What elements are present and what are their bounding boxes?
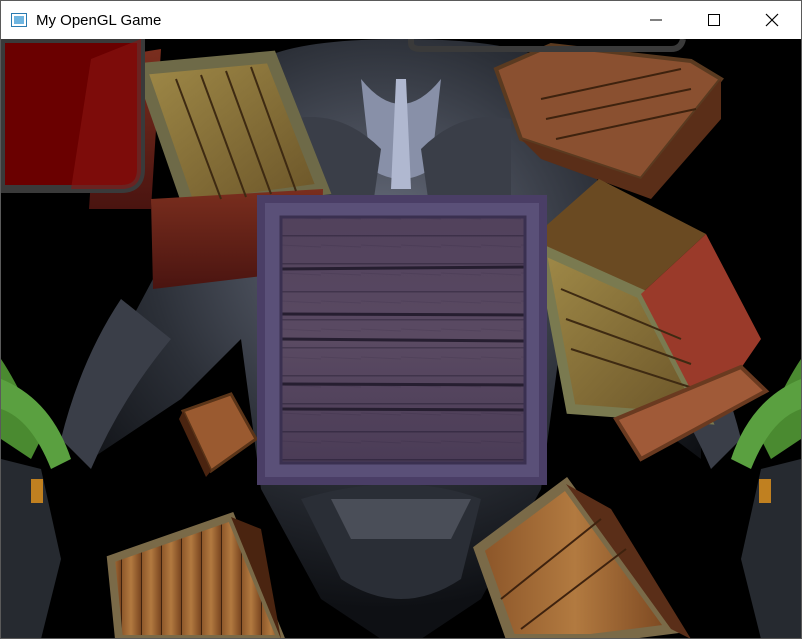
window-controls	[627, 1, 801, 39]
minimize-button[interactable]	[627, 1, 685, 39]
title-bar[interactable]: My OpenGL Game	[1, 1, 801, 39]
game-scene	[1, 39, 801, 638]
window-title: My OpenGL Game	[36, 11, 162, 29]
crate-center	[257, 195, 547, 485]
maximize-button[interactable]	[685, 1, 743, 39]
close-button[interactable]	[743, 1, 801, 39]
crate-bottom-left	[106, 511, 285, 638]
crate-small-left	[179, 392, 258, 477]
minimize-icon	[650, 19, 662, 21]
close-icon	[765, 13, 779, 27]
opengl-viewport[interactable]	[1, 39, 801, 638]
left-figure	[1, 359, 71, 638]
app-window-icon	[11, 13, 27, 27]
maximize-icon	[708, 14, 720, 26]
red-panel-overlay	[1, 39, 145, 193]
game-window: My OpenGL Game	[0, 0, 802, 639]
